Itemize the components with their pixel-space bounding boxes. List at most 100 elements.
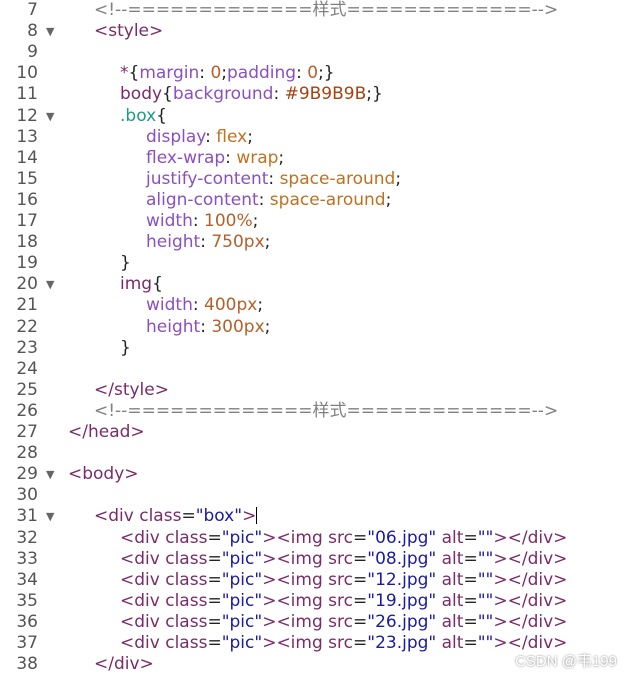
code-line[interactable]: 33 <div class="pic"><img src="08.jpg" alt… (0, 549, 631, 570)
code-line[interactable]: 28 (0, 443, 631, 464)
token-comment: <!--=============样式=============--> (94, 0, 559, 20)
fold-triangle-icon[interactable]: ▼ (46, 464, 54, 485)
code-line[interactable]: 11 body{background: #9B9B9B;} (0, 84, 631, 105)
code-line[interactable]: 25 </style> (0, 380, 631, 401)
token-tag: </div> (507, 548, 568, 569)
token-punc: = (353, 633, 368, 653)
token-num: 100% (204, 211, 253, 231)
token-punc: = (353, 590, 368, 611)
code-text: </style> (94, 380, 169, 401)
token-comment: <!--=============样式=============--> (94, 400, 559, 421)
code-line[interactable]: 34 <div class="pic"><img src="12.jpg" alt… (0, 570, 631, 591)
token-tag: > (493, 548, 508, 569)
token-str: "23.jpg" (367, 633, 437, 653)
token-prop: background (172, 84, 274, 105)
fold-triangle-icon[interactable]: ▼ (46, 106, 54, 127)
token-attr: src (328, 548, 353, 569)
fold-triangle-icon[interactable]: ▼ (46, 21, 54, 42)
token-val: flex (216, 126, 248, 147)
token-str: "pic" (221, 633, 263, 653)
token-attr: alt (436, 633, 464, 653)
line-number: 19 (16, 253, 38, 274)
code-text: img{ (120, 274, 163, 295)
fold-triangle-icon[interactable]: ▼ (46, 274, 54, 295)
token-tag: <style> (94, 21, 164, 42)
line-number: 17 (16, 211, 38, 231)
token-attr: class (139, 506, 182, 527)
token-punc: : (192, 211, 204, 231)
token-color: #9B9B9B (284, 84, 367, 105)
code-editor[interactable]: 7 <!--=============样式=============--> 8 ▼ <s… (0, 0, 631, 681)
code-text: <div class="box"> (94, 506, 258, 527)
code-line[interactable]: 30 (0, 485, 631, 506)
code-line[interactable]: 8 ▼ <style> (0, 21, 631, 42)
token-punc: = (463, 611, 478, 632)
code-line[interactable]: 36 <div class="pic"><img src="26.jpg" alt… (0, 612, 631, 633)
code-line[interactable]: 27 </head> (0, 422, 631, 443)
code-line[interactable]: 9 (0, 42, 631, 63)
code-line[interactable]: 21 width: 400px; (0, 295, 631, 316)
code-line[interactable]: 22 height: 300px; (0, 317, 631, 338)
token-tag: > (493, 590, 508, 611)
line-number: 13 (16, 126, 38, 147)
token-punc: ; (395, 168, 402, 189)
code-line[interactable]: 7 <!--=============样式=============--> (0, 0, 631, 21)
token-punc: { (152, 274, 163, 295)
line-number: 31 (16, 506, 38, 527)
token-str: "pic" (221, 590, 263, 611)
code-line[interactable]: 13 display: flex; (0, 127, 631, 148)
code-line[interactable]: 26 <!--=============样式=============--> (0, 401, 631, 422)
code-line[interactable]: 23} (0, 338, 631, 359)
token-attr: alt (436, 548, 464, 569)
token-str: "" (477, 569, 494, 590)
token-punc: = (207, 569, 222, 590)
token-punc: = (463, 569, 478, 590)
line-number: 9 (27, 42, 38, 63)
token-attr: src (328, 527, 353, 548)
code-text: } (120, 338, 131, 359)
code-text: .box{ (120, 106, 167, 127)
token-punc: = (463, 548, 478, 569)
token-tag: <div (120, 548, 166, 569)
line-number: 22 (16, 316, 38, 337)
token-tag: <img (276, 569, 329, 590)
code-line[interactable]: 12 ▼ .box{ (0, 106, 631, 127)
code-line[interactable]: 15 justify-content: space-around; (0, 169, 631, 190)
code-line[interactable]: 10 *{margin: 0;padding: 0;} (0, 63, 631, 84)
token-tag: </div> (507, 569, 568, 590)
code-line[interactable]: 16 align-content: space-around; (0, 190, 631, 211)
line-number: 15 (16, 168, 38, 189)
code-text: width: 100%; (146, 211, 258, 232)
token-punc: ; (252, 211, 259, 231)
code-line[interactable]: 35 <div class="pic"><img src="19.jpg" alt… (0, 591, 631, 612)
code-line[interactable]: 24 (0, 359, 631, 380)
token-punc: ; (247, 126, 253, 147)
fold-triangle-icon[interactable]: ▼ (46, 506, 54, 527)
token-tag: > (493, 611, 508, 632)
token-str: "pic" (221, 569, 263, 590)
code-line[interactable]: 14 flex-wrap: wrap; (0, 148, 631, 169)
code-text: body{background: #9B9B9B;} (120, 84, 383, 105)
code-line[interactable]: 29 ▼ <body> (0, 464, 631, 485)
code-line[interactable]: 32 <div class="pic"><img src="06.jpg" alt… (0, 528, 631, 549)
code-text: <div class="pic"><img src="12.jpg" alt="… (120, 570, 567, 591)
code-text: </head> (68, 422, 145, 443)
token-punc: { (156, 105, 167, 126)
code-text: <div class="pic"><img src="26.jpg" alt="… (120, 612, 567, 633)
token-num: 300px (211, 316, 265, 337)
code-line[interactable]: 31 ▼ <div class="box"> (0, 506, 631, 527)
code-line[interactable]: 19} (0, 253, 631, 274)
code-line[interactable]: 17 width: 100%; (0, 211, 631, 232)
token-punc: } (120, 253, 131, 274)
code-text: width: 400px; (146, 295, 263, 316)
code-line[interactable]: 18 height: 750px; (0, 232, 631, 253)
token-punc: : (273, 84, 285, 105)
token-tag: <img (276, 611, 329, 632)
token-num: 0 (210, 63, 222, 84)
token-punc: ; (278, 147, 285, 168)
token-tag: <div (120, 527, 166, 548)
token-punc: = (207, 548, 222, 569)
code-line[interactable]: 20 ▼ img{ (0, 274, 631, 295)
token-str: "19.jpg" (367, 590, 437, 611)
token-punc: ;} (366, 84, 383, 105)
